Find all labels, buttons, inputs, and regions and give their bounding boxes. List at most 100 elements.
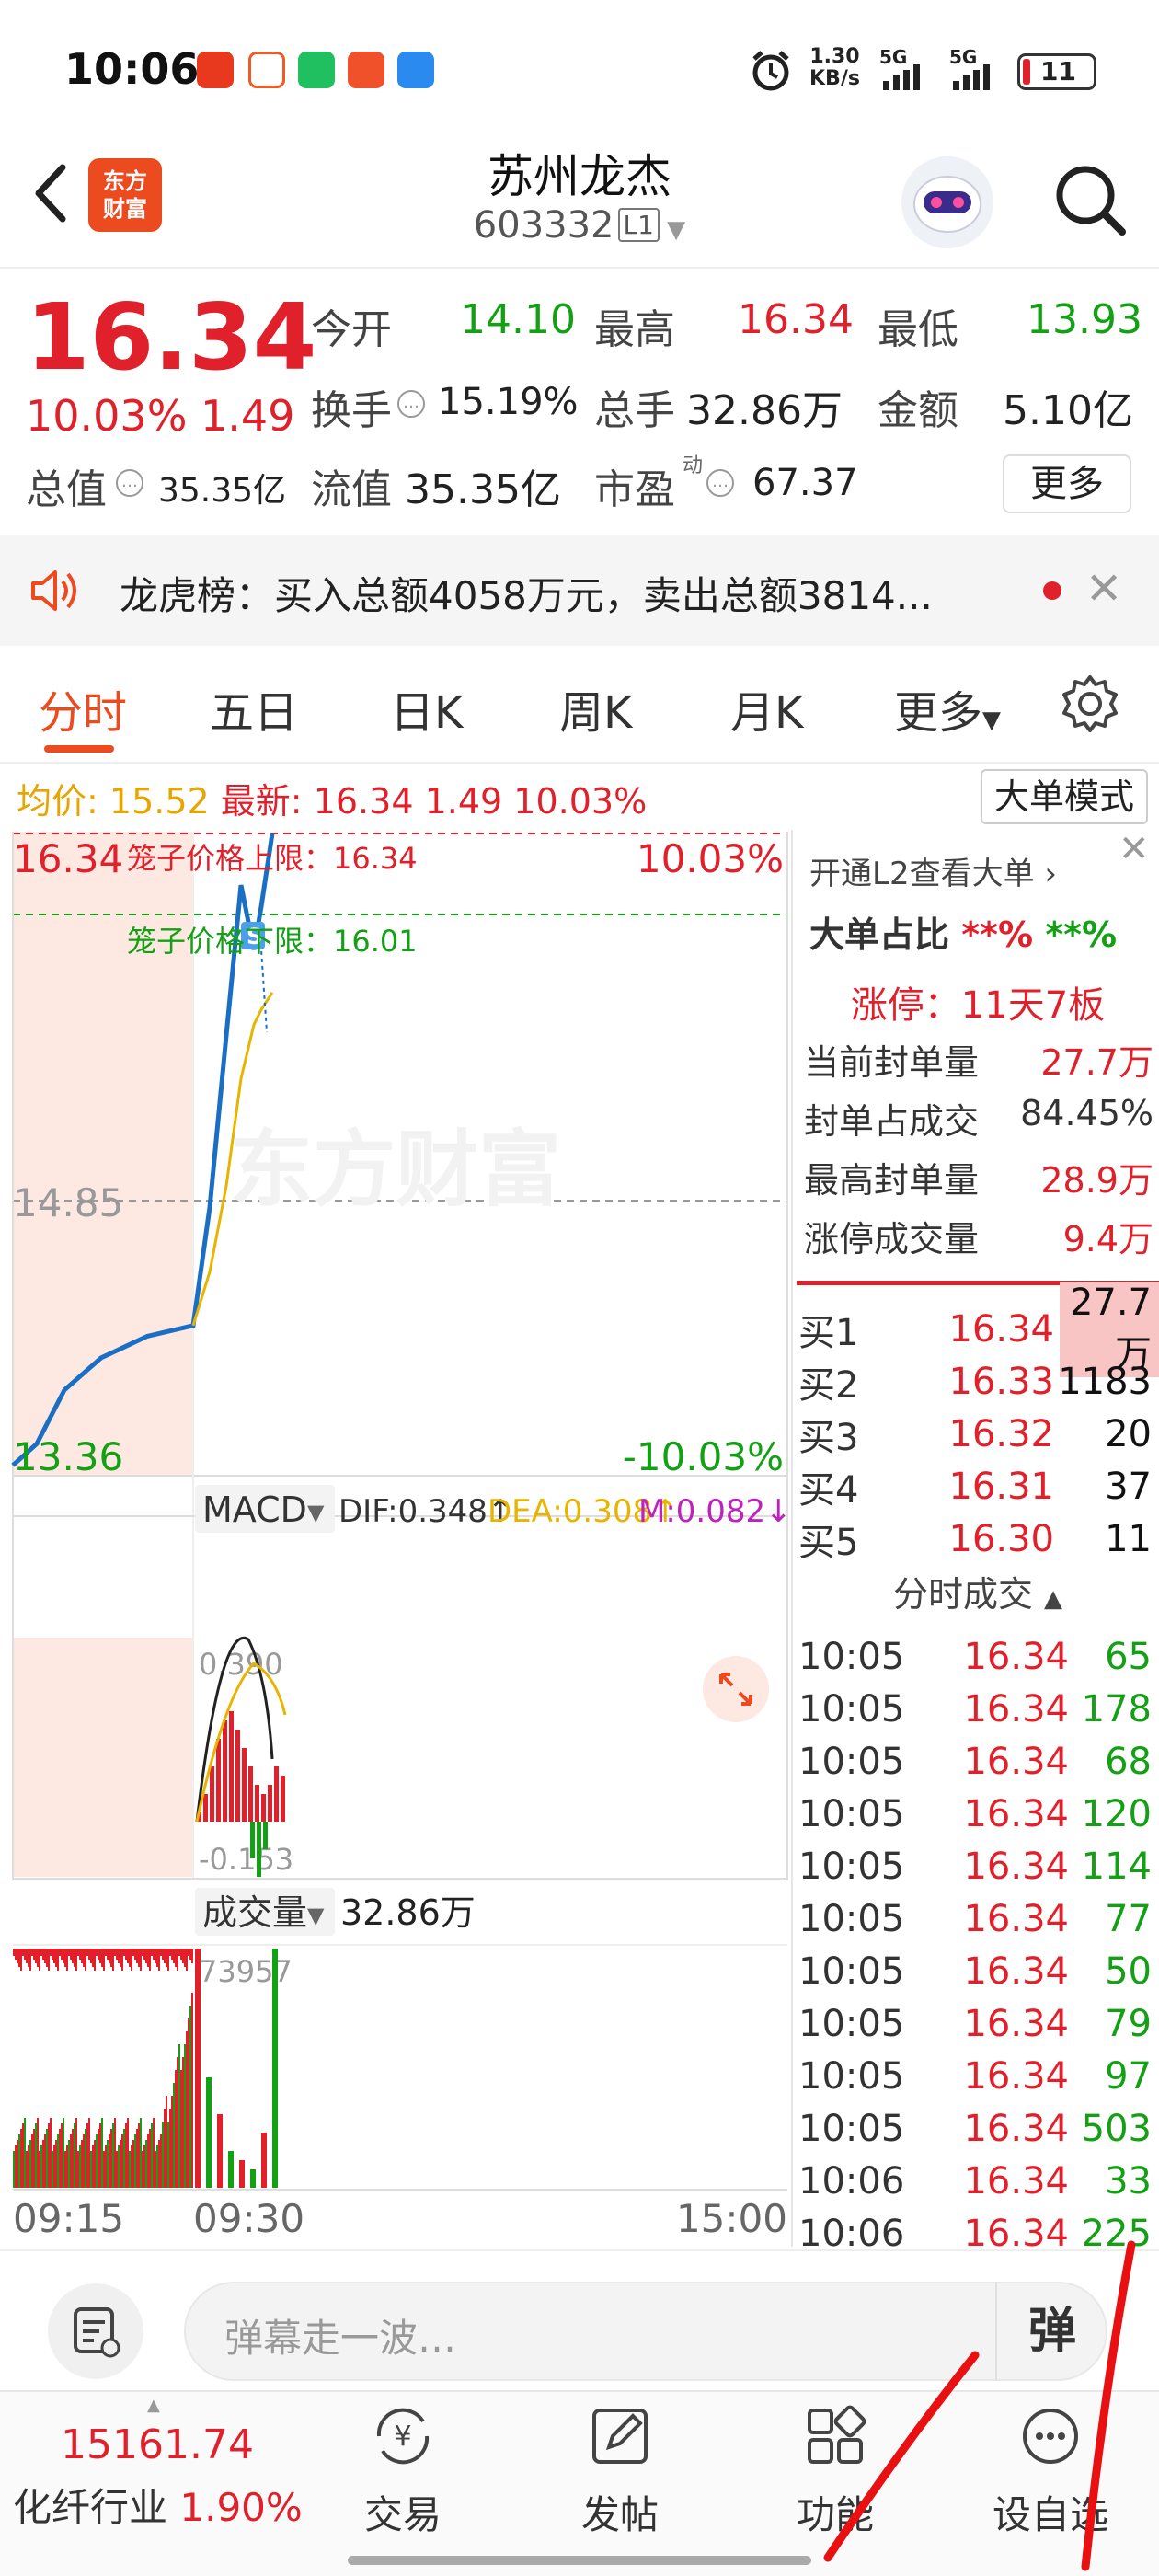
gear-icon[interactable]	[1058, 672, 1122, 736]
tab-weekly-k[interactable]: 周K	[559, 676, 632, 741]
volume-bar	[112, 2123, 114, 2188]
volume-bar	[164, 2109, 166, 2188]
lower-price-label: 13.36	[13, 1434, 123, 1479]
big-order-mode-button[interactable]: 大单模式	[981, 769, 1148, 824]
volume-bar	[147, 2134, 149, 2188]
ticks-header[interactable]: 分时成交 ▲	[797, 1566, 1159, 1616]
volume-bar	[33, 2129, 35, 2188]
volume-bar	[28, 1949, 29, 1967]
volume-bar	[26, 1949, 28, 1963]
volume-bar	[127, 2118, 129, 2188]
volume-bar	[173, 1949, 175, 1963]
volume-bar	[77, 2151, 79, 2188]
order-book-row[interactable]: 买2 16.33 1183	[797, 1355, 1159, 1408]
notice-text[interactable]: 龙虎榜：买入总额4058万元，卖出总额3814...	[120, 565, 933, 621]
macd-bar	[242, 1748, 247, 1822]
l2-upgrade-link[interactable]: 开通L2查看大单 ›	[809, 848, 1057, 893]
volume-bar	[105, 1949, 107, 1956]
tab-monthly-k[interactable]: 月K	[730, 676, 803, 741]
home-indicator[interactable]	[348, 2556, 811, 2565]
volume-bar	[15, 2145, 17, 2188]
tab-daily-k[interactable]: 日K	[390, 676, 463, 741]
info-icon[interactable]: …	[116, 469, 143, 497]
volume-bar	[44, 2134, 46, 2188]
volume-bar	[57, 2134, 59, 2188]
volume-bar	[55, 2140, 57, 2188]
volume-bar	[81, 2140, 83, 2188]
volume-bar	[50, 1949, 52, 1956]
volume-bar	[206, 2077, 212, 2188]
tab-more[interactable]: 更多▼	[894, 676, 1001, 741]
tick-row: 10:05 16.34 68	[798, 1740, 1152, 1783]
tab-five-day[interactable]: 五日	[210, 676, 298, 741]
volume-bar	[79, 1949, 81, 1960]
level-badge: L1	[617, 208, 660, 242]
volume-bar	[114, 2118, 116, 2188]
volume-bar	[92, 2145, 94, 2188]
tick-row: 10:05 16.34 97	[798, 2054, 1152, 2098]
stat-row: 涨停成交量 9.4万	[804, 1219, 1153, 1259]
send-app-icon	[348, 52, 384, 88]
danmaku-send-button[interactable]: 弹	[995, 2282, 1107, 2381]
volume-bar	[125, 1949, 127, 1960]
macd-bar	[281, 1776, 285, 1822]
order-book-row[interactable]: 买1 16.34 27.7万	[797, 1281, 1159, 1377]
info-icon[interactable]: …	[706, 469, 734, 497]
volume-bar	[149, 1949, 151, 1971]
assistant-robot-icon[interactable]	[901, 156, 993, 248]
volume-bar	[26, 2151, 28, 2188]
open-value: 14.10	[460, 296, 576, 343]
volume-bar	[186, 2031, 188, 2188]
volume-bar	[94, 1949, 96, 1971]
volume-bar	[134, 2134, 136, 2188]
volume-bar	[70, 1949, 72, 1960]
volume-bar	[83, 1949, 85, 1967]
volume-bar	[20, 1949, 22, 1971]
volume-bar	[145, 1949, 147, 1963]
volume-bar	[42, 2140, 44, 2188]
info-icon[interactable]: …	[397, 390, 425, 418]
volume-bar	[75, 2118, 77, 2188]
amount-value: 5.10亿	[1003, 387, 1133, 434]
industry-index-value[interactable]: 15161.74	[61, 2421, 254, 2468]
volume-bar	[52, 2151, 53, 2188]
close-icon[interactable]: ✕	[1085, 563, 1122, 615]
tab-intraday[interactable]: 分时	[39, 676, 127, 741]
float-cap-label: 流值	[311, 466, 392, 513]
close-icon[interactable]: ✕	[1119, 828, 1150, 870]
volume-bar	[53, 1949, 55, 1963]
order-book-row[interactable]: 买4 16.31 37	[797, 1460, 1159, 1512]
volume-bar	[180, 2070, 182, 2188]
upper-price-label: 16.34	[13, 836, 123, 881]
divider	[0, 267, 1159, 269]
volume-bar	[129, 1949, 131, 1967]
industry-index-name[interactable]: 化纤行业 1.90%	[13, 2477, 303, 2533]
volume-bar	[167, 1949, 169, 1971]
speaker-icon	[31, 570, 76, 611]
macd-bar	[255, 1785, 259, 1822]
more-button[interactable]: 更多	[1003, 454, 1131, 513]
volume-bar	[250, 2169, 256, 2188]
macd-bar	[248, 1766, 253, 1822]
stock-code: 603332	[473, 204, 614, 247]
volume-bar	[110, 2129, 112, 2188]
search-icon[interactable]	[1049, 158, 1131, 241]
volume-bar	[99, 2123, 101, 2188]
volume-bar	[17, 2140, 18, 2188]
volume-bar	[116, 1949, 118, 1960]
volume-bar	[28, 2145, 29, 2188]
order-book-row[interactable]: 买3 16.32 20	[797, 1408, 1159, 1460]
nav-trade[interactable]: ¥ 交易	[329, 2401, 476, 2540]
nav-post[interactable]: 发帖	[546, 2401, 694, 2540]
danmaku-settings-icon[interactable]	[48, 2283, 143, 2379]
macd-bar	[223, 1720, 227, 1822]
volume-bar	[166, 1949, 167, 1967]
mid-price-label: 14.85	[13, 1180, 123, 1225]
watermark: 东方财富	[230, 1121, 561, 1218]
volume-bar	[13, 1949, 15, 1956]
intraday-chart[interactable]: 东方财富 S 16.34 10.03% 笼子价格上限：16.34 笼子价格下限：…	[0, 830, 791, 2247]
order-book-row[interactable]: 买5 16.30 11	[797, 1512, 1159, 1565]
nav-functions[interactable]: 功能	[762, 2401, 909, 2540]
nav-add-watchlist[interactable]: 设自选	[977, 2401, 1124, 2540]
volume-bar	[46, 2129, 48, 2188]
